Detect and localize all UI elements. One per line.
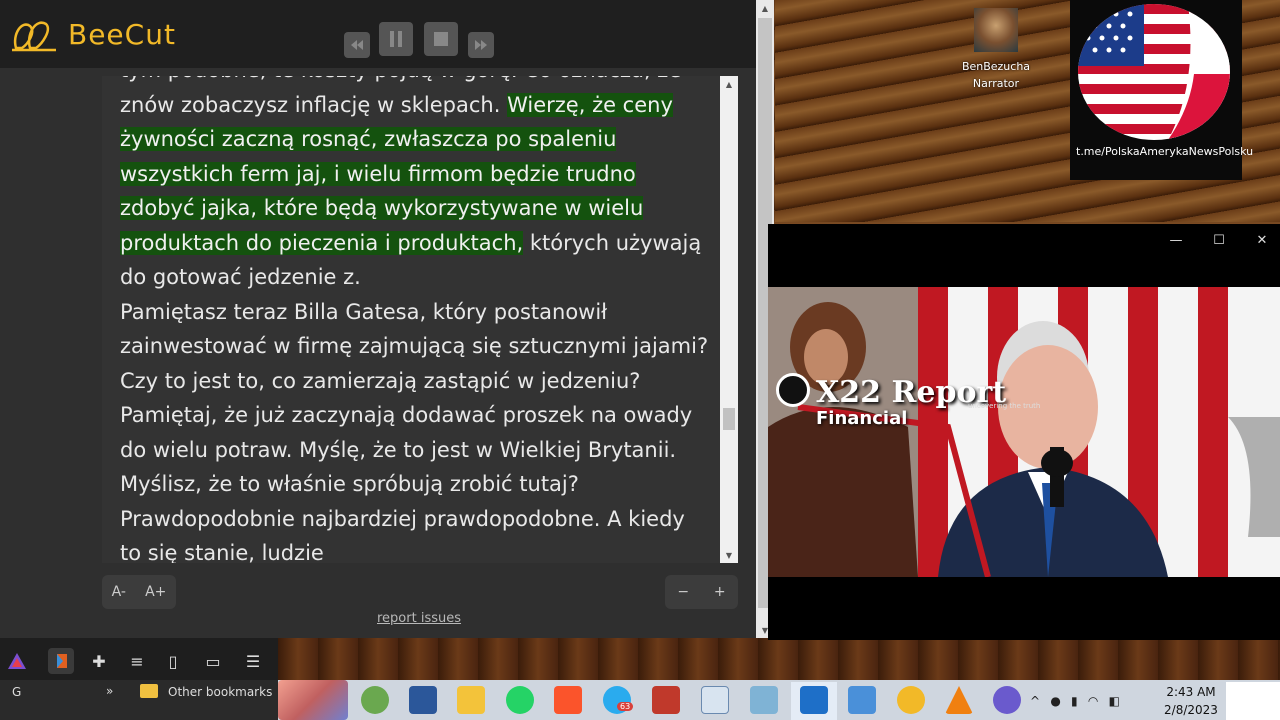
us-poland-flag-icon — [1078, 4, 1230, 140]
wallet-icon[interactable]: ▭ — [200, 648, 226, 674]
notification-area[interactable] — [1226, 682, 1280, 720]
scroll-thumb[interactable] — [723, 408, 735, 430]
photos-icon[interactable] — [848, 686, 876, 714]
thumbnail-scene — [768, 287, 1280, 577]
tile-caption: t.me/PolskaAmerykaNewsPolsku — [1076, 145, 1254, 158]
whatsapp-icon[interactable] — [506, 686, 534, 714]
forward-icon — [475, 40, 487, 50]
app-logo: BeeCut — [10, 14, 176, 54]
tray-app-icon[interactable]: ● — [1050, 694, 1060, 708]
video-tagline: uncovering the truth — [968, 402, 1041, 410]
bee-icon — [12, 21, 56, 52]
brave-rewards-icon[interactable] — [4, 648, 30, 674]
wallpaper-bottom — [278, 638, 1280, 680]
video-subtitle: Financial — [816, 408, 908, 429]
pause-button[interactable] — [379, 22, 413, 56]
scroll-up-icon[interactable]: ▲ — [720, 76, 738, 92]
system-tray[interactable]: ^ ● ▮ ◠ ◧ — [1030, 688, 1120, 714]
clock-date: 2/8/2023 — [1164, 703, 1218, 717]
title-bar: BeeCut — [0, 0, 756, 68]
video-window: — ☐ ✕ X22 Report Financial uncovering th… — [768, 224, 1280, 640]
font-size-controls: A- A+ — [102, 575, 176, 609]
tray-expand-icon[interactable]: ^ — [1030, 694, 1040, 708]
word-icon[interactable] — [409, 686, 437, 714]
volume-icon[interactable]: ◧ — [1109, 694, 1120, 708]
bookmarks-bar: G » Other bookmarks — [0, 680, 278, 720]
close-button[interactable]: ✕ — [1252, 230, 1272, 250]
beecut-taskbar-icon[interactable] — [897, 686, 925, 714]
video-title-bar: — ☐ ✕ — [768, 224, 1280, 254]
forward-button[interactable] — [468, 32, 494, 58]
text-paragraph: Pamiętasz teraz Billa Gatesa, który post… — [120, 299, 709, 564]
scroll-up-icon[interactable]: ▲ — [756, 0, 774, 16]
desktop-tile-telegram-channel[interactable]: t.me/PolskaAmerykaNewsPolsku — [1070, 0, 1254, 180]
bookmark-tab[interactable]: G — [12, 685, 21, 699]
video-player-icon[interactable] — [800, 686, 828, 714]
minimize-button[interactable]: — — [1166, 230, 1186, 250]
folder-icon — [140, 684, 158, 698]
notepad-icon[interactable] — [701, 686, 729, 714]
zoom-in-button[interactable]: + — [714, 584, 726, 600]
beecut-extension-icon[interactable] — [48, 648, 74, 674]
desktop-icon-label: BenBezucha Narrator — [961, 60, 1031, 90]
sidebar-icon[interactable]: ▯ — [160, 648, 186, 674]
pause-icon — [390, 31, 402, 47]
brave-browser-icon[interactable] — [554, 686, 582, 714]
zoom-controls: − + — [665, 575, 738, 609]
taskbar-clock[interactable]: 2:43 AM 2/8/2023 — [1162, 683, 1220, 719]
x22-logo-icon — [776, 373, 810, 407]
stop-button[interactable] — [424, 22, 458, 56]
text-panel: tym podobne, te koszty pójdą w górę. Co … — [102, 76, 738, 563]
extensions-puzzle-icon[interactable]: ✚ — [86, 648, 112, 674]
other-bookmarks-folder[interactable]: Other bookmarks — [168, 685, 272, 699]
octopus-wallpaper-icon — [278, 680, 348, 720]
bookmarks-overflow-button[interactable]: » — [106, 684, 113, 698]
telegram-icon[interactable]: 63 — [603, 686, 634, 714]
app-name: BeeCut — [68, 17, 176, 51]
vm-app-icon[interactable] — [750, 686, 778, 714]
obs-icon[interactable] — [993, 686, 1021, 714]
reader-text: tym podobne, te koszty pójdą w górę. Co … — [120, 76, 710, 563]
stop-icon — [434, 32, 448, 46]
microphone-icon[interactable]: ▮ — [1071, 694, 1078, 708]
text-scrollbar[interactable]: ▲ ▼ — [720, 76, 738, 563]
video-thumbnail[interactable]: X22 Report Financial uncovering the trut… — [768, 287, 1280, 577]
rewind-button[interactable] — [344, 32, 370, 58]
clock-time: 2:43 AM — [1166, 685, 1216, 699]
zoom-out-button[interactable]: − — [677, 584, 689, 600]
narrator-avatar — [974, 8, 1018, 52]
menu-icon[interactable]: ☰ — [240, 648, 266, 674]
app-green-icon[interactable] — [361, 686, 389, 714]
media-queue-icon[interactable]: ≡ — [124, 648, 150, 674]
rewind-icon — [351, 40, 363, 50]
beecut-window: BeeCut tym podobne, te koszty pójdą w gó… — [0, 0, 774, 638]
desktop-icon-narrator[interactable]: BenBezucha Narrator — [958, 8, 1034, 92]
font-decrease-button[interactable]: A- — [112, 584, 126, 600]
file-explorer-icon[interactable] — [457, 686, 485, 714]
report-issues-link[interactable]: report issues — [377, 611, 461, 626]
wifi-icon[interactable]: ◠ — [1088, 694, 1098, 708]
font-increase-button[interactable]: A+ — [145, 584, 166, 600]
scissors-app-icon[interactable] — [652, 686, 680, 714]
maximize-button[interactable]: ☐ — [1209, 230, 1229, 250]
telegram-badge: 63 — [617, 702, 634, 711]
scroll-down-icon[interactable]: ▼ — [720, 547, 738, 563]
